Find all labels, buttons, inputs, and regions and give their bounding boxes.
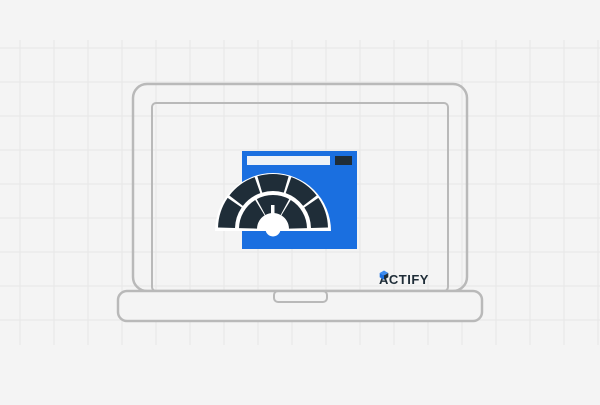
illustration-stage: ACTIFY: [0, 0, 600, 405]
gauge-hub: [265, 221, 281, 237]
brand-logo: ACTIFY: [379, 270, 429, 288]
cube-logo-icon: [379, 270, 389, 280]
gauge-outer-segment: [257, 173, 289, 193]
speedometer-gauge-icon: [215, 173, 331, 237]
